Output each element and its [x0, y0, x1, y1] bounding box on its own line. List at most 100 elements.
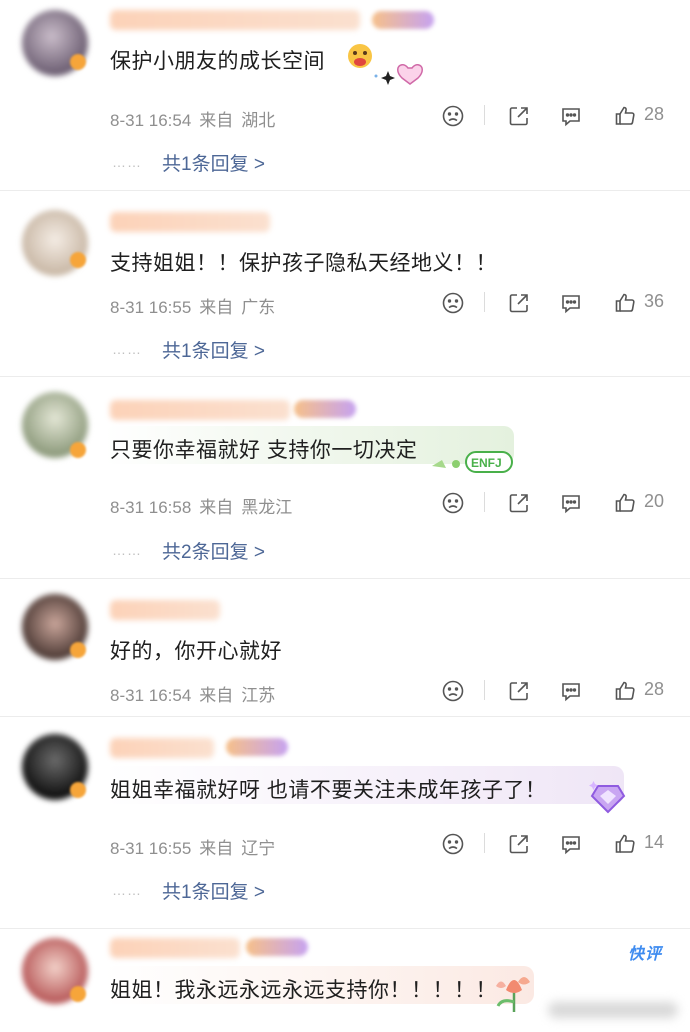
comment-icon	[562, 108, 580, 127]
view-replies-link[interactable]: …… 共1条回复 >	[112, 149, 265, 176]
comment-time: 8-31 16:55	[110, 298, 192, 317]
view-replies-link[interactable]: …… 共1条回复 >	[112, 877, 265, 904]
comment-text: 姐姐幸福就好呀 也请不要关注未成年孩子了！	[110, 779, 547, 802]
username[interactable]	[110, 938, 240, 958]
divider	[484, 680, 485, 700]
verified-badge-icon	[70, 986, 86, 1002]
obscured-text	[548, 1002, 678, 1018]
username[interactable]	[110, 738, 214, 758]
share-icon	[509, 835, 528, 854]
divider	[484, 105, 485, 125]
username[interactable]	[110, 600, 220, 620]
verified-badge-icon	[70, 642, 86, 658]
comment-text: 好的，你开心就好	[110, 640, 282, 663]
comment-meta: 8-31 16:55 来自 辽宁	[110, 834, 275, 859]
dislike-button[interactable]	[440, 103, 466, 129]
like-count: 36	[644, 291, 665, 311]
comment-icon	[562, 295, 580, 314]
comment-text: 保护小朋友的成长空间	[110, 50, 325, 73]
like-button[interactable]	[612, 490, 638, 516]
share-icon	[509, 294, 528, 313]
user-tag	[372, 11, 434, 29]
share-button[interactable]	[506, 290, 532, 316]
sad-face-icon	[442, 833, 464, 855]
dots: ……	[112, 341, 142, 357]
dislike-button[interactable]	[440, 831, 466, 857]
comment-text: 姐姐！我永远永远永远支持你！！！！！	[110, 979, 497, 1002]
divider	[484, 292, 485, 312]
svg-text:ENFJ: ENFJ	[471, 456, 502, 470]
comment-from: 来自	[199, 498, 234, 517]
comment-from: 来自	[199, 298, 234, 317]
reply-button[interactable]	[558, 831, 584, 857]
comment-meta: 8-31 16:58 来自 黑龙江	[110, 493, 292, 518]
verified-badge-icon	[70, 54, 86, 70]
comment-icon	[562, 495, 580, 514]
comment-location: 黑龙江	[241, 498, 293, 517]
share-button[interactable]	[506, 103, 532, 129]
reply-button[interactable]	[558, 490, 584, 516]
enfj-badge-icon: ENFJ	[432, 451, 513, 473]
comment-actions: 28	[436, 101, 676, 131]
sad-face-icon	[442, 292, 464, 314]
like-count: 14	[644, 832, 665, 852]
view-replies-link[interactable]: …… 共2条回复 >	[112, 537, 265, 564]
dots: ……	[112, 154, 142, 170]
like-button[interactable]	[612, 678, 638, 704]
comment-meta: 8-31 16:55 来自 广东	[110, 293, 275, 318]
username[interactable]	[110, 400, 290, 420]
comment-icon	[562, 683, 580, 702]
like-button[interactable]	[612, 831, 638, 857]
like-count: 28	[644, 104, 665, 124]
comment-item: 支持姐姐！！保护孩子隐私天经地义！！ 8-31 16:55 来自 广东 36 …… 共…	[0, 190, 690, 377]
sad-face-icon	[442, 105, 464, 127]
dots: ……	[112, 882, 142, 898]
comment-item: 好的，你开心就好 8-31 16:54 来自 江苏 28	[0, 578, 690, 717]
thumbs-up-icon	[615, 834, 635, 853]
thumbs-up-icon	[615, 106, 635, 125]
like-button[interactable]	[612, 103, 638, 129]
comment-item: 保护小朋友的成长空间 8-31 16:54 来自 湖北 28 …… 共1条回复 >	[0, 0, 690, 191]
like-count: 28	[644, 679, 665, 699]
comment-meta: 8-31 16:54 来自 湖北	[110, 106, 275, 131]
view-replies-link[interactable]: …… 共1条回复 >	[112, 336, 265, 363]
share-button[interactable]	[506, 831, 532, 857]
reply-button[interactable]	[558, 678, 584, 704]
tulip-flower-icon	[496, 977, 530, 1012]
verified-badge-icon	[70, 442, 86, 458]
comment-location: 广东	[241, 298, 276, 317]
comment-time: 8-31 16:54	[110, 686, 192, 705]
user-tag	[226, 738, 288, 756]
heart-gem-icon	[589, 781, 626, 814]
comment-text: 支持姐姐！！保护孩子隐私天经地义！！	[110, 252, 497, 275]
thumbs-up-icon	[615, 293, 635, 312]
dislike-button[interactable]	[440, 490, 466, 516]
comment-time: 8-31 16:55	[110, 839, 192, 858]
username[interactable]	[110, 212, 270, 232]
replies-label: 共2条回复 >	[162, 542, 265, 563]
comment-from: 来自	[199, 839, 234, 858]
thumbs-up-icon	[615, 493, 635, 512]
comment-icon	[562, 836, 580, 855]
dislike-button[interactable]	[440, 290, 466, 316]
quick-comment-badge[interactable]: 快评	[628, 940, 662, 964]
comment-actions: 28	[436, 676, 676, 706]
verified-badge-icon	[70, 782, 86, 798]
dislike-button[interactable]	[440, 678, 466, 704]
sparkle-heart-icon	[348, 44, 423, 85]
like-button[interactable]	[612, 290, 638, 316]
share-button[interactable]	[506, 678, 532, 704]
dots: ……	[112, 542, 142, 558]
share-button[interactable]	[506, 490, 532, 516]
user-tag	[246, 938, 308, 956]
comment-actions: 20	[436, 488, 676, 518]
verified-badge-icon	[70, 252, 86, 268]
reply-button[interactable]	[558, 290, 584, 316]
like-count: 20	[644, 491, 665, 511]
comment-actions: 36	[436, 288, 676, 318]
reply-button[interactable]	[558, 103, 584, 129]
replies-label: 共1条回复 >	[162, 341, 265, 362]
replies-label: 共1条回复 >	[162, 882, 265, 903]
comment-location: 江苏	[241, 686, 276, 705]
username[interactable]	[110, 10, 360, 30]
